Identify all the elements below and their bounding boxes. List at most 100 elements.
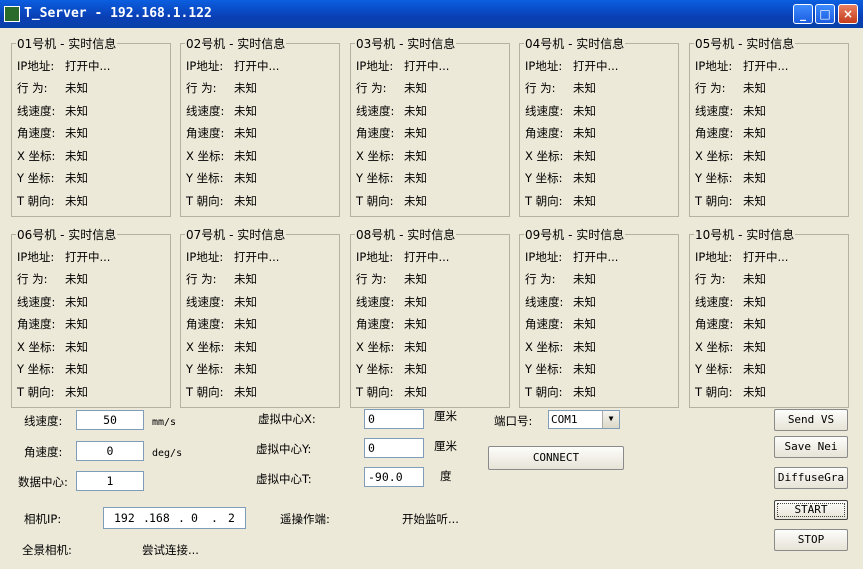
info-value: 未知 <box>743 362 766 376</box>
minimize-button[interactable]: _ <box>793 4 813 24</box>
info-label: 线速度: <box>186 295 225 309</box>
info-label: 角速度: <box>525 126 564 140</box>
linear-speed-label: 线速度: <box>24 414 63 428</box>
linear-speed-input[interactable]: 50 <box>76 410 144 430</box>
info-label: T 朝向: <box>186 194 224 208</box>
info-label: 行 为: <box>695 81 726 95</box>
info-label: 行 为: <box>356 81 387 95</box>
robot-info-group: 10号机 - 实时信息 IP地址: 打开中... 行 为: 未知 线速度: 未知 角速度: 未知… <box>689 228 849 408</box>
save-nei-button[interactable]: Save Nei <box>774 436 848 458</box>
info-value: 未知 <box>234 272 257 286</box>
info-label: 角速度: <box>356 317 395 331</box>
info-value: 未知 <box>65 317 88 331</box>
info-value: 未知 <box>573 272 596 286</box>
info-row: 角速度: 未知 <box>695 317 766 331</box>
chevron-down-icon[interactable]: ▼ <box>602 411 619 428</box>
info-row: X 坐标: 未知 <box>695 340 766 354</box>
angular-speed-label: 角速度: <box>24 445 63 459</box>
close-button[interactable]: × <box>838 4 858 24</box>
info-row: X 坐标: 未知 <box>17 149 88 163</box>
info-label: IP地址: <box>186 250 224 264</box>
window-title: T_Server - 192.168.1.122 <box>24 6 212 21</box>
ip-octet-1[interactable]: 192 <box>114 508 135 528</box>
camera-ip-input[interactable]: 192 . 168 . 0 . 2 <box>103 507 246 529</box>
info-label: Y 坐标: <box>525 362 563 376</box>
ip-octet-3[interactable]: 0 <box>191 508 198 528</box>
info-row: Y 坐标: 未知 <box>356 171 427 185</box>
info-label: T 朝向: <box>695 385 733 399</box>
connect-button[interactable]: CONNECT <box>488 446 624 470</box>
maximize-button[interactable]: □ <box>815 4 835 24</box>
info-value: 未知 <box>404 194 427 208</box>
info-row: 角速度: 未知 <box>186 317 257 331</box>
info-label: 行 为: <box>525 81 556 95</box>
info-value: 未知 <box>573 149 596 163</box>
ip-octet-2[interactable]: 168 <box>149 508 170 528</box>
info-label: IP地址: <box>356 250 394 264</box>
info-label: 行 为: <box>695 272 726 286</box>
stop-button[interactable]: STOP <box>774 529 848 551</box>
info-row: Y 坐标: 未知 <box>695 362 766 376</box>
virtual-center-x-input[interactable]: 0 <box>364 409 424 429</box>
info-row: 线速度: 未知 <box>17 295 88 309</box>
port-select[interactable]: COM1 ▼ <box>548 410 620 429</box>
virtual-center-x-unit: 厘米 <box>434 409 457 423</box>
info-value: 未知 <box>573 362 596 376</box>
info-row: 角速度: 未知 <box>356 126 427 140</box>
info-label: 线速度: <box>186 104 225 118</box>
robot-info-group: 08号机 - 实时信息 IP地址: 打开中... 行 为: 未知 线速度: 未知 角速度: 未知… <box>350 228 510 408</box>
info-row: 线速度: 未知 <box>186 104 257 118</box>
info-label: 行 为: <box>17 272 48 286</box>
info-value: 打开中... <box>404 250 450 264</box>
angular-speed-input[interactable]: 0 <box>76 441 144 461</box>
info-row: 角速度: 未知 <box>356 317 427 331</box>
send-vs-button[interactable]: Send VS <box>774 409 848 431</box>
info-value: 打开中... <box>234 250 280 264</box>
info-label: 角速度: <box>695 317 734 331</box>
info-label: T 朝向: <box>525 385 563 399</box>
info-label: 行 为: <box>356 272 387 286</box>
virtual-center-t-input[interactable]: -90.0 <box>364 467 424 487</box>
info-label: X 坐标: <box>356 149 395 163</box>
info-row: T 朝向: 未知 <box>695 385 766 399</box>
diffuse-gra-button[interactable]: DiffuseGra <box>774 467 848 489</box>
info-label: 角速度: <box>695 126 734 140</box>
info-row: 行 为: 未知 <box>695 81 766 95</box>
ip-octet-4[interactable]: 2 <box>228 508 235 528</box>
info-label: Y 坐标: <box>186 171 224 185</box>
info-label: IP地址: <box>17 59 55 73</box>
info-row: IP地址: 打开中... <box>356 250 449 264</box>
group-title: 09号机 - 实时信息 <box>524 228 626 242</box>
info-value: 未知 <box>234 81 257 95</box>
info-value: 未知 <box>234 340 257 354</box>
data-center-input[interactable]: 1 <box>76 471 144 491</box>
info-label: X 坐标: <box>17 149 56 163</box>
group-title: 06号机 - 实时信息 <box>16 228 118 242</box>
info-row: X 坐标: 未知 <box>356 340 427 354</box>
info-row: Y 坐标: 未知 <box>525 362 596 376</box>
info-label: X 坐标: <box>186 149 225 163</box>
info-label: T 朝向: <box>356 194 394 208</box>
start-button[interactable]: START <box>774 500 848 520</box>
info-row: 行 为: 未知 <box>17 272 88 286</box>
virtual-center-y-input[interactable]: 0 <box>364 438 424 458</box>
info-value: 未知 <box>234 385 257 399</box>
info-value: 未知 <box>743 340 766 354</box>
info-value: 未知 <box>404 171 427 185</box>
info-row: 行 为: 未知 <box>356 81 427 95</box>
info-row: IP地址: 打开中... <box>17 59 110 73</box>
info-value: 未知 <box>65 81 88 95</box>
info-value: 未知 <box>573 126 596 140</box>
info-value: 未知 <box>743 126 766 140</box>
info-label: T 朝向: <box>17 385 55 399</box>
info-row: 线速度: 未知 <box>525 104 596 118</box>
info-label: Y 坐标: <box>356 362 394 376</box>
info-row: 角速度: 未知 <box>695 126 766 140</box>
robot-info-group: 04号机 - 实时信息 IP地址: 打开中... 行 为: 未知 线速度: 未知 角速度: 未知… <box>519 37 679 217</box>
info-label: IP地址: <box>525 250 563 264</box>
group-title: 04号机 - 实时信息 <box>524 37 626 51</box>
info-row: Y 坐标: 未知 <box>186 171 257 185</box>
robot-info-group: 07号机 - 实时信息 IP地址: 打开中... 行 为: 未知 线速度: 未知 角速度: 未知… <box>180 228 340 408</box>
info-row: X 坐标: 未知 <box>525 340 596 354</box>
info-row: 线速度: 未知 <box>356 295 427 309</box>
